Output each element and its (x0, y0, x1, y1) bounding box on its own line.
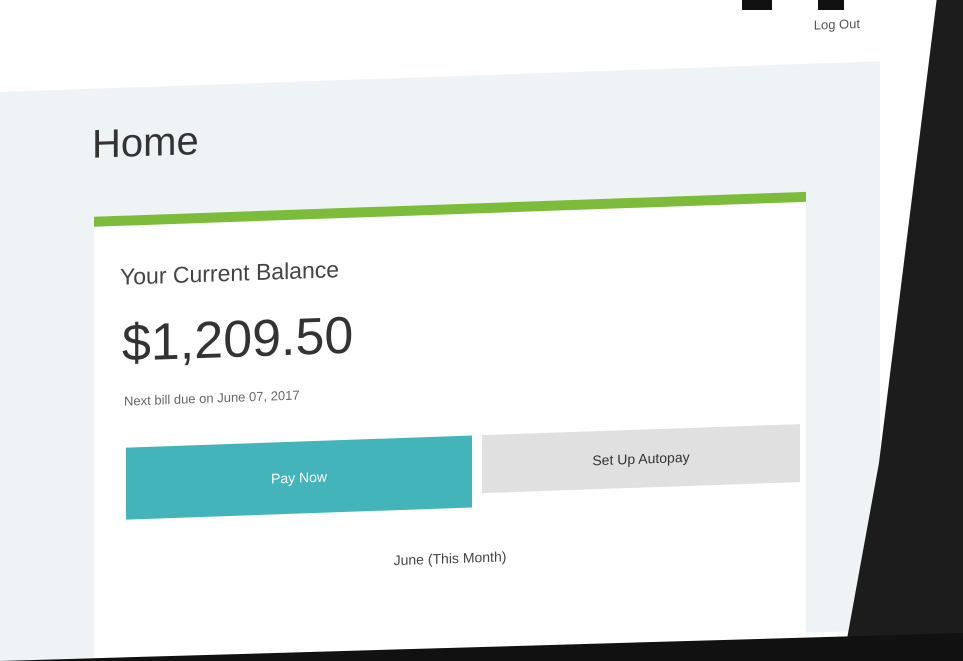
pay-now-button[interactable]: Pay Now (126, 435, 472, 520)
main-content: Home Your Current Balance $1,209.50 Next… (0, 61, 880, 661)
device-screen: Log Out Home Your Current Balance $1,209… (0, 0, 963, 661)
due-date-note: Next bill due on June 07, 2017 (124, 387, 300, 409)
logout-link[interactable]: Log Out (814, 16, 860, 33)
balance-amount: $1,209.50 (122, 306, 354, 373)
app-window: Log Out Home Your Current Balance $1,209… (0, 0, 900, 661)
month-label: June (This Month) (393, 548, 507, 569)
page-title: Home (92, 119, 199, 167)
device-bezel-mark (742, 0, 772, 10)
balance-card: Your Current Balance $1,209.50 Next bill… (94, 191, 806, 661)
set-up-autopay-button[interactable]: Set Up Autopay (482, 424, 800, 494)
balance-heading: Your Current Balance (120, 256, 340, 290)
device-bezel-mark (818, 0, 844, 10)
